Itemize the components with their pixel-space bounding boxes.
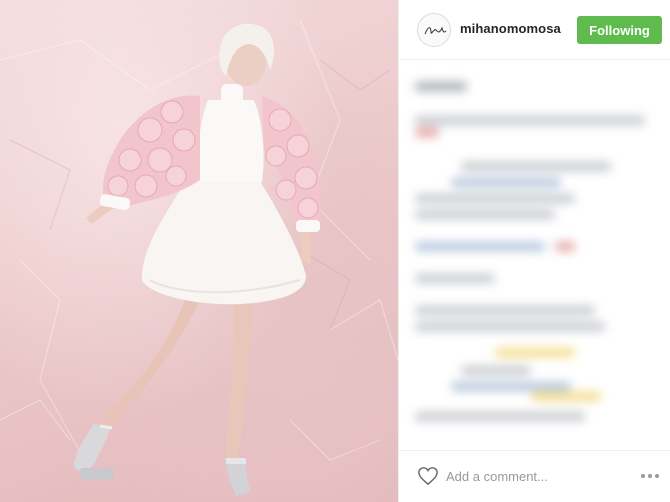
photo-illustration bbox=[0, 19, 398, 496]
post-photo bbox=[0, 0, 398, 502]
post-header: mihanomomosa Following bbox=[399, 0, 670, 60]
more-options-icon[interactable] bbox=[639, 467, 661, 485]
username-link[interactable]: mihanomomosa bbox=[460, 21, 561, 36]
heart-icon[interactable] bbox=[417, 466, 439, 486]
comment-input[interactable] bbox=[446, 465, 626, 487]
post-sidebar: mihanomomosa Following bbox=[398, 0, 670, 502]
signature-avatar-icon bbox=[424, 26, 447, 35]
blurred-caption bbox=[411, 66, 665, 446]
avatar[interactable] bbox=[417, 13, 451, 47]
following-button[interactable]: Following bbox=[577, 16, 662, 44]
post-footer bbox=[399, 450, 670, 502]
